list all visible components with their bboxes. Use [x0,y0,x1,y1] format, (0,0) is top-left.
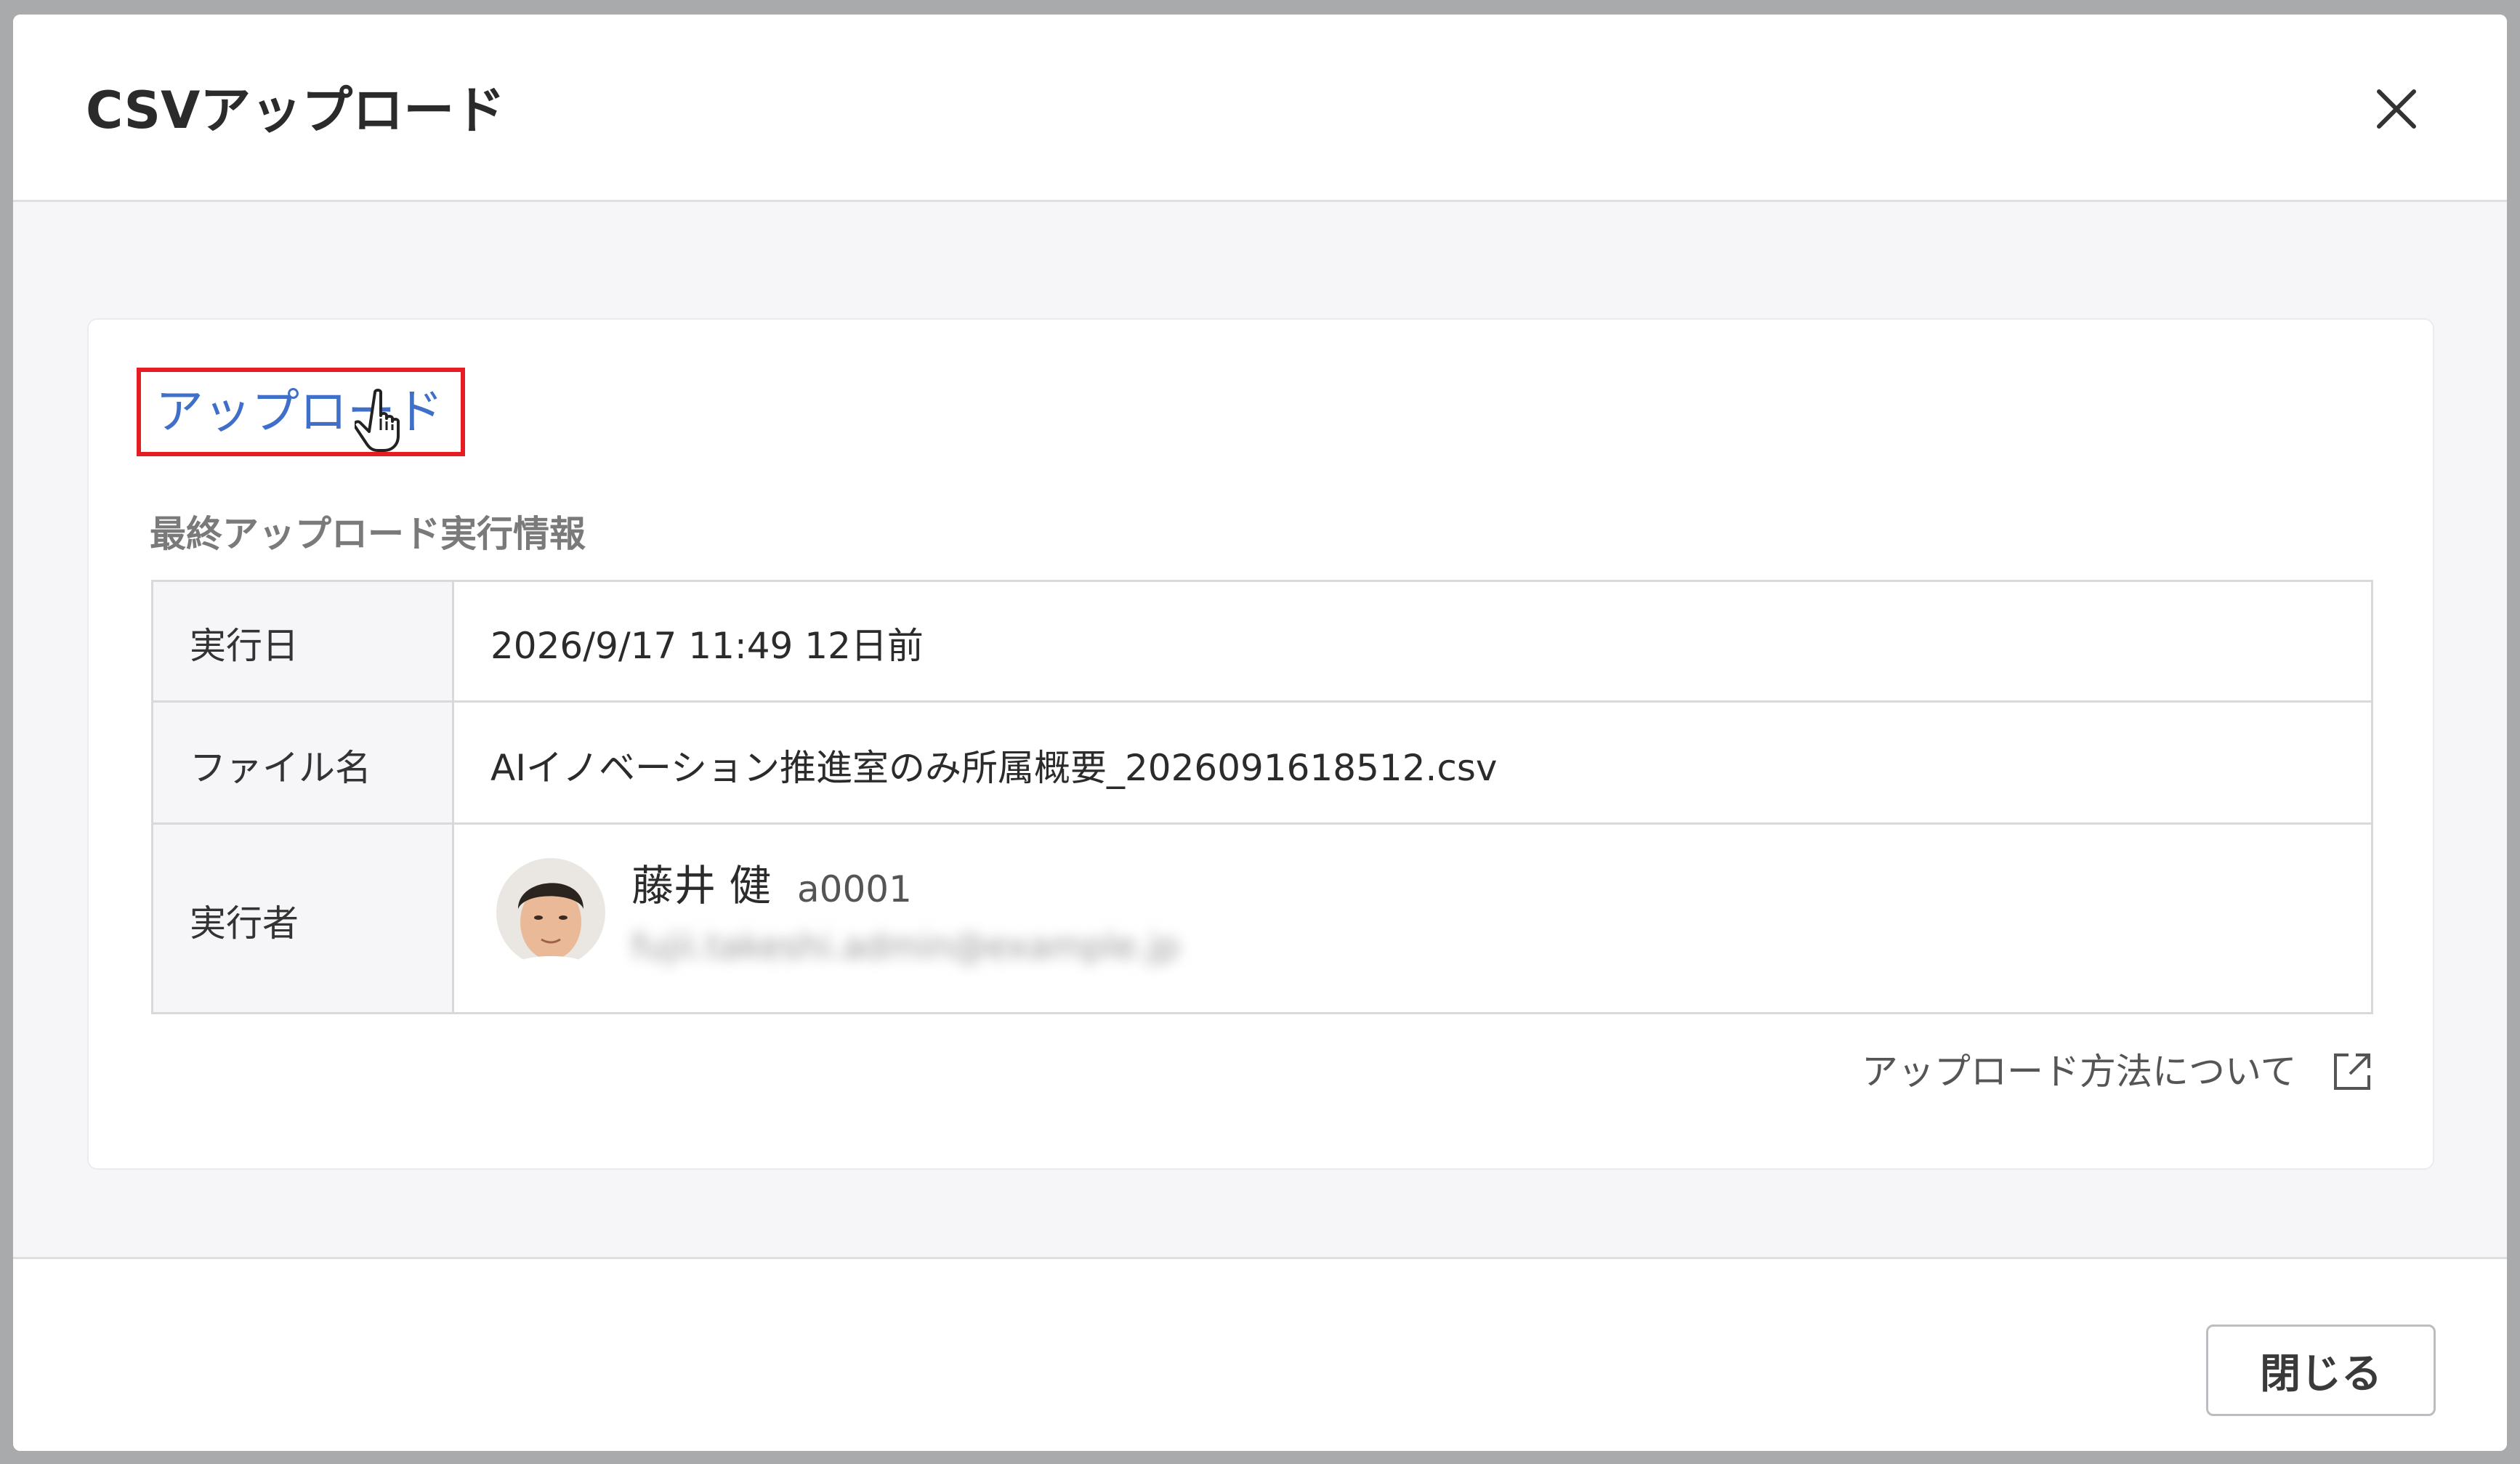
execution-date: 2026/9/17 11:49 12日前 [490,625,924,667]
close-dialog-button[interactable]: 閉じる [2206,1325,2436,1416]
external-link-icon[interactable] [2330,1049,2375,1094]
executor-email: fujii.takeshi.admin@example.jp [631,926,1180,967]
dialog-body: アップロード 最終アップロード実行情報 実行日 2026/9/17 11:49 … [13,202,2507,1271]
pointer-hand-icon [355,389,400,452]
row-label-cell: 実行日 [153,582,454,700]
row-label-cell: ファイル名 [153,703,454,822]
executor-name: 藤井 健 [631,861,772,910]
last-upload-info-table: 実行日 2026/9/17 11:49 12日前 ファイル名 AIイノベーション… [151,580,2373,1014]
close-button[interactable] [2367,80,2426,138]
row-label: ファイル名 [190,747,371,789]
table-row-filename: ファイル名 AIイノベーション推進室のみ所属概要_2026091618512.c… [153,703,2371,825]
upload-card: アップロード 最終アップロード実行情報 実行日 2026/9/17 11:49 … [87,318,2434,1170]
table-row-date: 実行日 2026/9/17 11:49 12日前 [153,582,2371,703]
upload-highlight-box: アップロード [137,368,465,456]
row-label: 実行日 [190,625,299,667]
dialog-footer: 閉じる [13,1257,2507,1451]
table-row-executor: 実行者 藤井 健 a0001 fujii.takeshi.admin@examp… [153,825,2371,1012]
executor-id: a0001 [797,868,912,910]
row-label-cell: 実行者 [153,825,454,1012]
dialog-header: CSVアップロード [13,15,2507,202]
csv-upload-dialog: CSVアップロード アップロード 最終アップロード実行情報 実行日 2026/9… [13,15,2507,1451]
close-icon [2377,89,2416,129]
last-upload-info-heading: 最終アップロード実行情報 [150,513,586,555]
upload-help-link[interactable]: アップロード方法について [1862,1046,2297,1097]
row-label: 実行者 [190,902,299,945]
avatar [496,858,605,967]
file-name: AIイノベーション推進室のみ所属概要_2026091618512.csv [490,747,1498,789]
dialog-title: CSVアップロード [86,81,506,140]
